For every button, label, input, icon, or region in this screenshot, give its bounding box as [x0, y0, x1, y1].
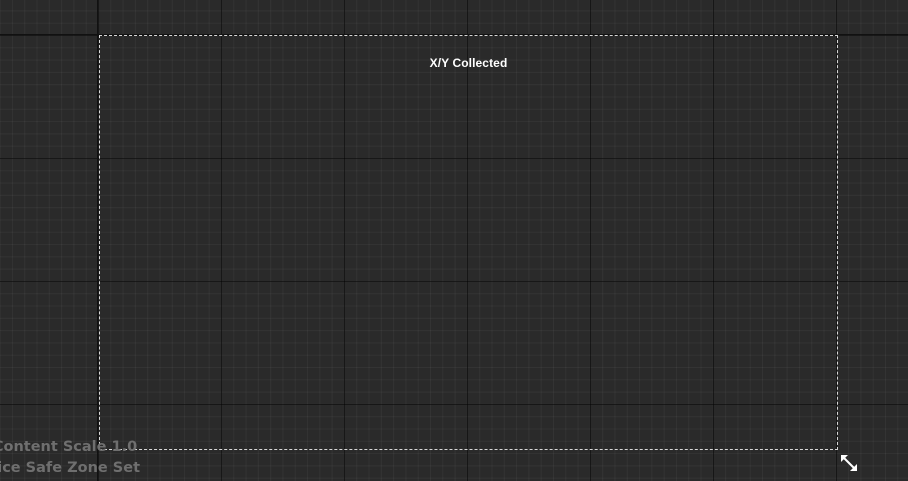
canvas-text-label[interactable]: X/Y Collected: [100, 56, 837, 70]
resize-handle[interactable]: [840, 454, 858, 472]
diagonal-resize-icon: [841, 455, 857, 471]
content-scale-text: e Content Scale 1.0: [0, 439, 138, 455]
designer-viewport[interactable]: { "canvas": { "label": "X/Y Collected" }…: [0, 0, 908, 481]
viewport-info-overlay: e Content Scale 1.0 evice Safe Zone Set: [0, 437, 140, 479]
widget-canvas-bounds[interactable]: X/Y Collected: [99, 35, 838, 450]
safe-zone-text: evice Safe Zone Set: [0, 460, 140, 476]
origin-vertical-line: [97, 0, 98, 481]
